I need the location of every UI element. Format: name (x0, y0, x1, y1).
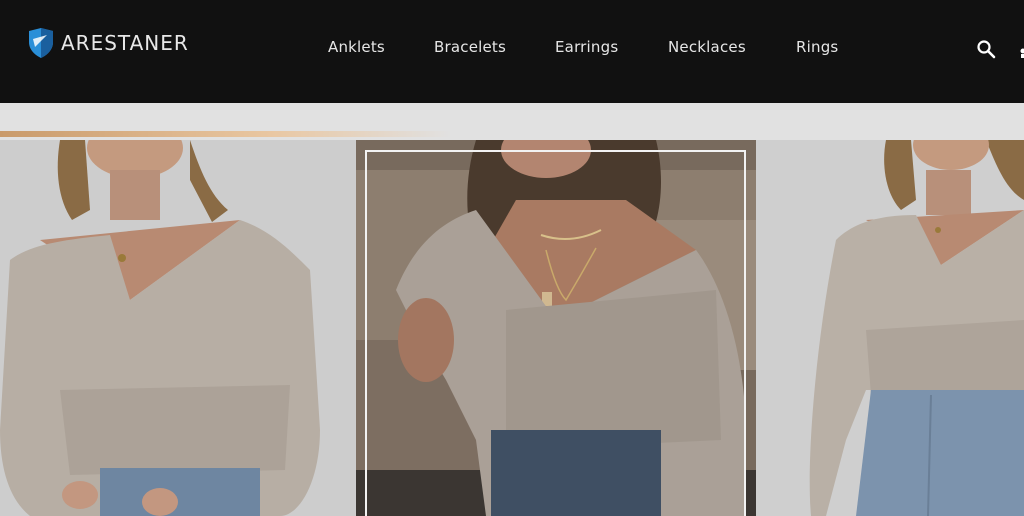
brand-logo[interactable]: ARESTANER (27, 26, 189, 60)
carousel-progress-fill (0, 131, 451, 137)
nav-item-bracelets[interactable]: Bracelets (434, 38, 506, 56)
model-wrap-sweater-photo-icon (356, 140, 756, 516)
carousel-progress (0, 131, 1024, 137)
model-wrap-sweater-photo-icon (756, 140, 1024, 516)
shield-icon (29, 28, 53, 58)
nav-item-earrings[interactable]: Earrings (555, 38, 618, 56)
product-image-center[interactable] (356, 140, 756, 516)
brand-name: ARESTANER (61, 31, 189, 55)
nav-item-anklets[interactable]: Anklets (328, 38, 385, 56)
product-image-left[interactable] (0, 140, 356, 516)
account-icon[interactable] (1018, 40, 1024, 60)
search-icon[interactable] (976, 39, 996, 59)
product-image-right[interactable] (756, 140, 1024, 516)
product-carousel (0, 140, 1024, 516)
nav-item-necklaces[interactable]: Necklaces (668, 38, 746, 56)
model-wrap-sweater-photo-icon (0, 140, 356, 516)
nav-item-rings[interactable]: Rings (796, 38, 838, 56)
site-header: ARESTANER Anklets Bracelets Earrings Nec… (0, 0, 1024, 103)
